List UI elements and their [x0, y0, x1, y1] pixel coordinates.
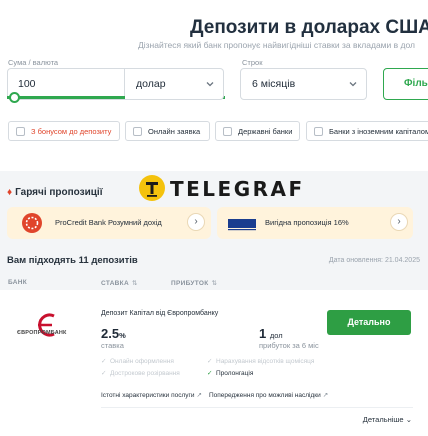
chevron-right-icon[interactable]: ›: [390, 213, 408, 231]
chip-label: Державні банки: [238, 127, 293, 136]
profit-value: 1 дол: [259, 326, 283, 341]
checkbox[interactable]: [133, 127, 142, 136]
page-title: Депозити в доларах США: [190, 17, 428, 38]
tas-logo-icon: [228, 219, 256, 231]
chip-label: Банки з іноземним капіталом: [329, 127, 428, 136]
term-value: 6 місяців: [252, 78, 296, 90]
chip-foreign-banks[interactable]: Банки з іноземним капіталом: [306, 121, 428, 141]
chip-state-banks[interactable]: Державні банки: [215, 121, 300, 141]
amount-slider-handle[interactable]: [9, 92, 20, 103]
results-count: Вам підходять 11 депозитів: [7, 255, 138, 266]
chip-online[interactable]: Онлайн заявка: [125, 121, 210, 141]
sort-icon[interactable]: ⇅: [211, 280, 217, 287]
chip-label: З бонусом до депозиту: [31, 127, 112, 136]
feature-early-termination: ✓ Дострокове розірвання: [101, 370, 180, 377]
rate-value: 2.5%: [101, 326, 126, 341]
chevron-down-icon: ⌄: [405, 415, 412, 424]
profit-label: прибуток за 6 міс: [259, 341, 319, 350]
term-select[interactable]: 6 місяців: [240, 68, 367, 100]
sort-icon[interactable]: ⇅: [132, 280, 138, 287]
promo-text: ProCredit Bank Розумний дохід: [55, 218, 162, 227]
chevron-right-icon[interactable]: ›: [187, 213, 205, 231]
deposit-name[interactable]: Депозит Капітал від Європромбанку: [101, 310, 218, 317]
column-profit[interactable]: ПРИБУТОК ⇅: [171, 279, 217, 287]
update-date: Дата оновлення: 21.04.2025: [328, 257, 420, 264]
column-rate[interactable]: СТАВКА ⇅: [101, 279, 138, 287]
currency-value: долар: [136, 78, 166, 90]
deposit-card: ЄВРОПРОМБАНК Депозит Капітал від Європро…: [0, 290, 428, 436]
rate-label: ставка: [101, 341, 124, 350]
external-link-icon: ↗: [196, 392, 202, 399]
external-link-icon: ↗: [322, 392, 329, 399]
chevron-down-icon: [349, 82, 357, 87]
watermark-text: TELEGRAF: [170, 177, 305, 201]
bank-logo-text: ЄВРОПРОМБАНК: [17, 330, 67, 336]
promo-text: Вигідна пропозиція 16%: [265, 218, 349, 227]
feature-online: ✓ Онлайн оформлення: [101, 358, 174, 365]
amount-label: Сума / валюта: [8, 58, 59, 67]
link-service-characteristics[interactable]: Істотні характеристики послуги ↗: [101, 391, 202, 399]
details-button[interactable]: Детально: [327, 310, 411, 335]
chip-bonus[interactable]: З бонусом до депозиту: [8, 121, 120, 141]
page-subtitle: Дізнайтеся який банк пропонує найвигідні…: [138, 40, 415, 50]
check-icon: ✓: [101, 370, 107, 377]
feature-monthly-interest: ✓ Нарахування відсотків щомісяця: [207, 358, 315, 365]
amount-value: 100: [18, 78, 36, 90]
telegraf-watermark: TELEGRAF: [139, 175, 302, 201]
promo-card-tas[interactable]: Вигідна пропозиція 16% ›: [217, 207, 413, 239]
card-divider: [101, 407, 413, 408]
check-icon: ✓: [207, 370, 213, 377]
hot-offers-heading: ♦ Гарячі пропозиції: [7, 187, 103, 198]
checkbox[interactable]: [314, 127, 323, 136]
promo-card-procredit[interactable]: ProCredit Bank Розумний дохід ›: [7, 207, 211, 239]
column-bank: БАНК: [8, 279, 27, 286]
results-section: ♦ Гарячі пропозиції TELEGRAF ProCredit Ba…: [0, 171, 428, 436]
filter-button[interactable]: Філь: [383, 68, 428, 100]
check-icon: ✓: [207, 358, 213, 365]
checkbox[interactable]: [16, 127, 25, 136]
feature-prolongation: ✓ Пролонгація: [207, 370, 254, 377]
currency-select[interactable]: долар: [125, 68, 224, 100]
procredit-logo-icon: [22, 213, 42, 233]
chip-label: Онлайн заявка: [148, 127, 201, 136]
check-icon: ✓: [101, 358, 107, 365]
chevron-down-icon: [206, 82, 214, 87]
checkbox[interactable]: [223, 127, 232, 136]
telegraf-logo-icon: [139, 175, 165, 201]
link-warnings[interactable]: Попередження про можливі наслідки ↗: [209, 391, 328, 399]
filter-section: Депозити в доларах США Дізнайтеся який б…: [0, 0, 428, 171]
more-link[interactable]: Детальніше ⌄: [363, 415, 412, 424]
fire-icon: ♦: [7, 187, 13, 198]
term-label: Строк: [242, 58, 263, 67]
